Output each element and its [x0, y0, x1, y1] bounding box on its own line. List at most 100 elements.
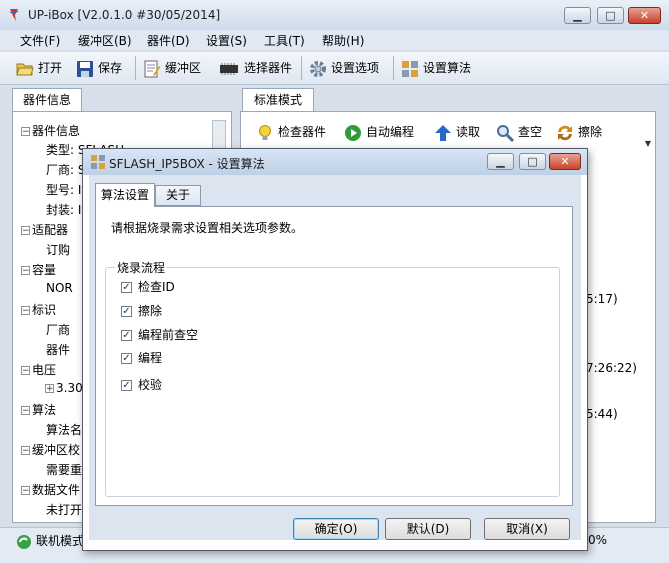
tree-item[interactable]: 订购	[46, 241, 70, 258]
check-device-button[interactable]: 检查器件	[256, 122, 326, 142]
settings-algo-button[interactable]: 设置算法	[401, 58, 471, 78]
algorithm-blocks-icon	[402, 60, 418, 77]
folder-open-icon	[16, 63, 34, 75]
tree-group[interactable]: − 缓冲区校	[21, 441, 80, 458]
checkbox[interactable]: ✓	[121, 282, 132, 293]
tree-group[interactable]: − 算法	[21, 401, 56, 418]
tree-label: NOR	[46, 281, 73, 295]
tree-label: 算法	[32, 403, 57, 417]
toolbar-separator	[135, 56, 136, 80]
collapse-icon[interactable]: −	[21, 366, 30, 376]
tree-group[interactable]: − 容量	[21, 261, 56, 278]
auto-program-button[interactable]: 自动编程	[344, 122, 414, 142]
tree-group[interactable]: − 器件信息	[21, 122, 80, 139]
tree-item[interactable]: 器件	[46, 341, 70, 358]
program-flow-title: 烧录流程	[115, 259, 168, 276]
close-button[interactable]: ✕	[628, 7, 661, 24]
option-check-id[interactable]: ✓ 检查ID	[121, 279, 175, 295]
collapse-icon[interactable]: −	[21, 226, 30, 236]
tree-scrollbar[interactable]	[212, 120, 226, 150]
option-erase[interactable]: ✓ 擦除	[121, 303, 162, 319]
option-program[interactable]: ✓ 编程	[121, 350, 162, 366]
app-title: UP-iBox [V2.0.1.0 #30/05/2014]	[28, 8, 221, 22]
maximize-button[interactable]: □	[597, 7, 624, 24]
tree-label: 器件信息	[32, 124, 81, 138]
tab-about[interactable]: 关于	[155, 185, 201, 206]
dialog-algorithm-icon	[91, 155, 105, 169]
blank-check-button[interactable]: 查空	[496, 122, 542, 142]
close-icon: ✕	[560, 155, 570, 168]
settings-algo-label: 设置算法	[423, 61, 472, 75]
checkbox[interactable]: ✓	[121, 380, 132, 391]
tree-label: 厂商: S	[46, 163, 86, 177]
menu-settings[interactable]: 设置(S)	[206, 32, 247, 49]
tab-device-info[interactable]: 器件信息	[12, 88, 82, 112]
tree-item[interactable]: 封装: I	[46, 201, 81, 218]
select-device-button[interactable]: 选择器件	[218, 58, 292, 78]
dialog-maximize-button[interactable]: □	[519, 153, 546, 170]
cancel-button[interactable]: 取消(X)	[484, 518, 570, 540]
option-label: 编程前查空	[138, 328, 199, 342]
app-logo-icon	[9, 9, 19, 21]
online-indicator-icon	[17, 534, 31, 549]
tree-group[interactable]: +3.30	[45, 381, 83, 395]
tree-item[interactable]: 未打开	[46, 501, 82, 518]
open-button[interactable]: 打开	[16, 58, 62, 78]
option-blank-before-program[interactable]: ✓ 编程前查空	[121, 327, 198, 343]
minimize-button[interactable]: ▁	[564, 7, 591, 24]
read-button[interactable]: 读取	[434, 122, 480, 142]
tree-item[interactable]: 厂商	[46, 321, 70, 338]
menu-file[interactable]: 文件(F)	[20, 32, 60, 49]
dialog-minimize-button[interactable]: ▁	[487, 153, 514, 170]
progress-percent: 0%	[588, 533, 608, 547]
expand-icon[interactable]: +	[45, 384, 54, 394]
ok-button[interactable]: 确定(O)	[293, 518, 379, 540]
tree-item[interactable]: 型号: I	[46, 181, 81, 198]
blank-check-label: 查空	[518, 125, 543, 139]
tree-group[interactable]: − 数据文件	[21, 481, 80, 498]
dialog-title: SFLASH_IP5BOX - 设置算法	[109, 157, 265, 171]
chevron-down-icon[interactable]: ▼	[642, 139, 654, 149]
toolbar-separator	[301, 56, 302, 80]
tree-group[interactable]: − 电压	[21, 361, 56, 378]
open-label: 打开	[38, 61, 63, 75]
tree-item[interactable]: 算法名	[46, 421, 82, 438]
tab-algorithm-settings[interactable]: 算法设置	[95, 183, 155, 207]
checkbox[interactable]: ✓	[121, 353, 132, 364]
tab-standard-mode[interactable]: 标准模式	[242, 88, 314, 112]
erase-button[interactable]: 擦除	[556, 122, 602, 142]
log-fragment: 5:44)	[586, 407, 618, 421]
tree-group[interactable]: − 适配器	[21, 221, 68, 238]
tree-group[interactable]: − 标识	[21, 301, 56, 318]
settings-options-button[interactable]: 设置选项	[309, 58, 379, 78]
save-disk-icon	[77, 60, 93, 77]
collapse-icon[interactable]: −	[21, 266, 30, 276]
default-button[interactable]: 默认(D)	[385, 518, 471, 540]
play-icon	[345, 124, 361, 141]
collapse-icon[interactable]: −	[21, 306, 30, 316]
tree-label: 订购	[46, 243, 71, 257]
tree-item[interactable]: 需要重	[46, 461, 82, 478]
option-label: 擦除	[138, 304, 163, 318]
tree-label: 需要重	[46, 463, 83, 477]
collapse-icon[interactable]: −	[21, 486, 30, 496]
tree-item[interactable]: NOR	[46, 281, 73, 295]
collapse-icon[interactable]: −	[21, 406, 30, 416]
checkbox[interactable]: ✓	[121, 330, 132, 341]
save-button[interactable]: 保存	[76, 58, 122, 78]
checkbox[interactable]: ✓	[121, 306, 132, 317]
menu-help[interactable]: 帮助(H)	[322, 32, 364, 49]
online-status-label: 联机模式	[36, 534, 85, 548]
buffer-button[interactable]: 缓冲区	[143, 58, 201, 78]
log-fragment: 5:17)	[586, 292, 618, 306]
option-verify[interactable]: ✓ 校验	[121, 377, 162, 393]
menu-device[interactable]: 器件(D)	[147, 32, 190, 49]
collapse-icon[interactable]: −	[21, 446, 30, 456]
dialog-close-button[interactable]: ✕	[549, 153, 581, 170]
tree-label: 3.30	[56, 381, 83, 395]
tree-item[interactable]: 厂商: S	[46, 161, 85, 178]
algorithm-settings-dialog: SFLASH_IP5BOX - 设置算法 ▁ □ ✕ 算法设置 关于 请根据烧录…	[82, 148, 588, 551]
collapse-icon[interactable]: −	[21, 127, 30, 137]
menu-tools[interactable]: 工具(T)	[264, 32, 305, 49]
menu-buffer[interactable]: 缓冲区(B)	[78, 32, 132, 49]
